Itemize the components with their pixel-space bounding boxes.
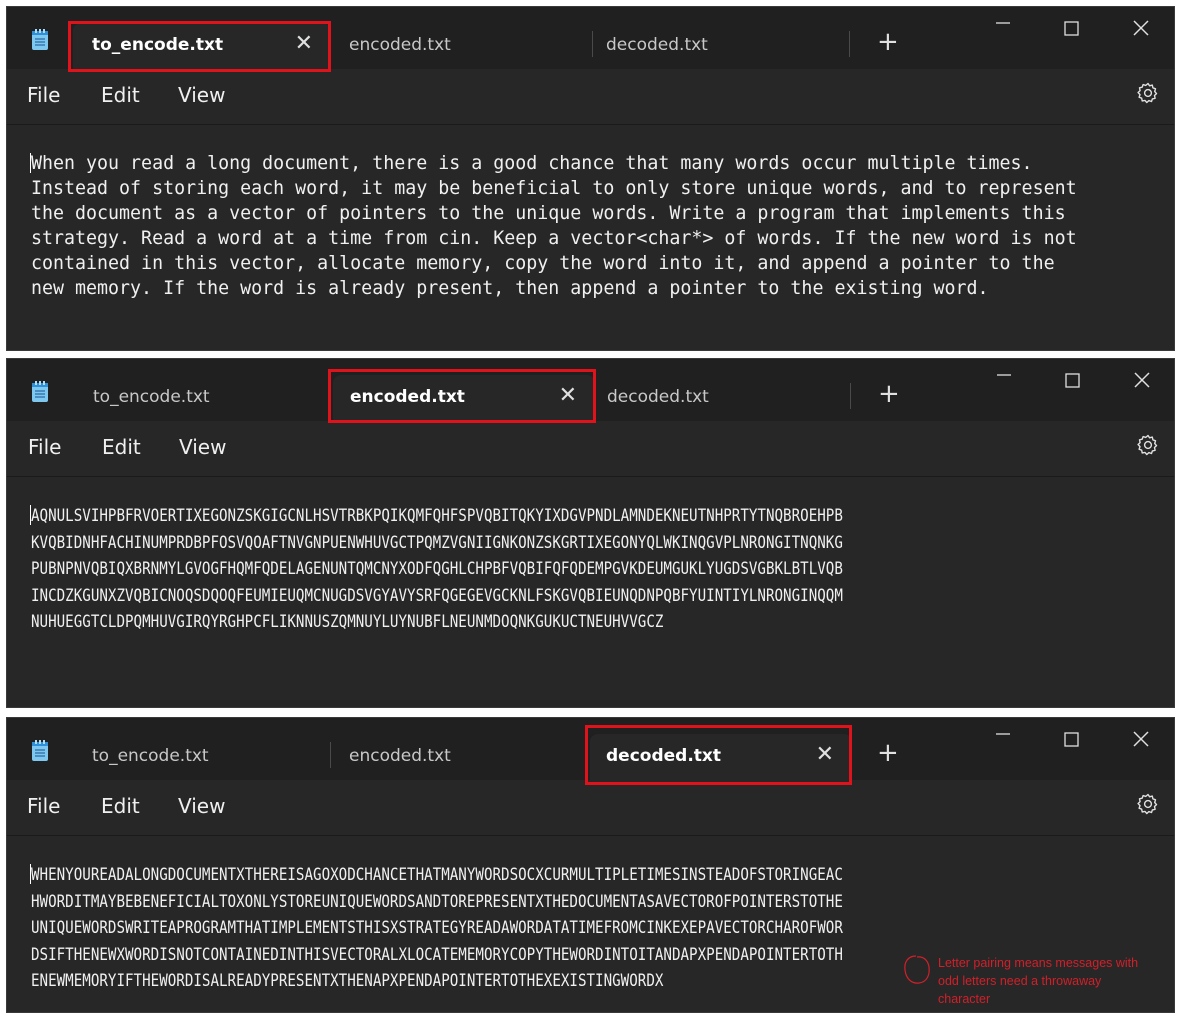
notepad-icon — [32, 29, 48, 50]
tab-label: to_encode.txt — [92, 746, 209, 766]
gear-icon[interactable] — [1136, 81, 1160, 105]
tab-separator — [849, 31, 850, 57]
minimize-icon[interactable] — [984, 365, 1024, 397]
menu-view[interactable]: View — [178, 794, 225, 818]
gear-icon[interactable] — [1136, 792, 1160, 816]
text-editor[interactable]: AQNULSVIHPBFRVOERTIXEGONZSKGIGCNLHSVTRBK… — [7, 476, 1174, 707]
menu-file[interactable]: File — [28, 435, 61, 459]
text-editor[interactable]: When you read a long document, there is … — [7, 124, 1174, 350]
tab-encoded[interactable]: encoded.txt — [331, 734, 589, 780]
tab-to-encode[interactable]: to_encode.txt — [73, 734, 331, 780]
close-icon[interactable] — [1122, 365, 1162, 397]
menu-view[interactable]: View — [179, 435, 226, 459]
tab-to-encode[interactable]: to_encode.txt — [73, 375, 331, 421]
tab-label: decoded.txt — [606, 35, 708, 55]
tab-encoded[interactable]: encoded.txt — [331, 23, 589, 69]
document-text[interactable]: AQNULSVIHPBFRVOERTIXEGONZSKGIGCNLHSVTRBK… — [31, 503, 843, 636]
highlight-box-encoded-tab — [328, 369, 596, 423]
menu-file[interactable]: File — [27, 794, 60, 818]
plus-icon[interactable]: + — [877, 29, 899, 55]
menu-view[interactable]: View — [178, 83, 225, 107]
highlight-box-decoded-tab — [585, 725, 852, 785]
menu-bar: File Edit View — [7, 780, 1174, 835]
tab-label: decoded.txt — [607, 387, 709, 407]
menu-file[interactable]: File — [27, 83, 60, 107]
minimize-icon[interactable] — [983, 724, 1023, 756]
minimize-icon[interactable] — [983, 13, 1023, 45]
annotation-circle — [904, 955, 930, 984]
tab-separator — [850, 383, 851, 409]
close-icon[interactable] — [1121, 724, 1161, 756]
tab-label: to_encode.txt — [93, 387, 210, 407]
tab-label: encoded.txt — [349, 35, 451, 55]
document-text[interactable]: WHENYOUREADALONGDOCUMENTXTHEREISAGOXODCH… — [31, 862, 843, 995]
close-icon[interactable] — [1121, 13, 1161, 45]
menu-edit[interactable]: Edit — [101, 83, 140, 107]
menu-bar: File Edit View — [7, 421, 1174, 476]
menu-bar: File Edit View — [7, 69, 1174, 124]
maximize-icon[interactable] — [1052, 365, 1092, 397]
notepad-icon — [32, 381, 48, 402]
menu-edit[interactable]: Edit — [101, 794, 140, 818]
menu-edit[interactable]: Edit — [102, 435, 141, 459]
maximize-icon[interactable] — [1051, 13, 1091, 45]
annotation-note: Letter pairing means messages with odd l… — [938, 956, 1139, 1006]
tab-decoded[interactable]: decoded.txt — [593, 23, 851, 69]
tab-label: encoded.txt — [349, 746, 451, 766]
tab-decoded[interactable]: decoded.txt — [595, 375, 853, 421]
document-text[interactable]: When you read a long document, there is … — [31, 151, 1077, 301]
plus-icon[interactable]: + — [877, 740, 899, 766]
maximize-icon[interactable] — [1051, 724, 1091, 756]
notepad-icon — [32, 740, 48, 761]
gear-icon[interactable] — [1136, 433, 1160, 457]
plus-icon[interactable]: + — [878, 381, 900, 407]
highlight-box-to-encode-tab — [68, 21, 331, 72]
